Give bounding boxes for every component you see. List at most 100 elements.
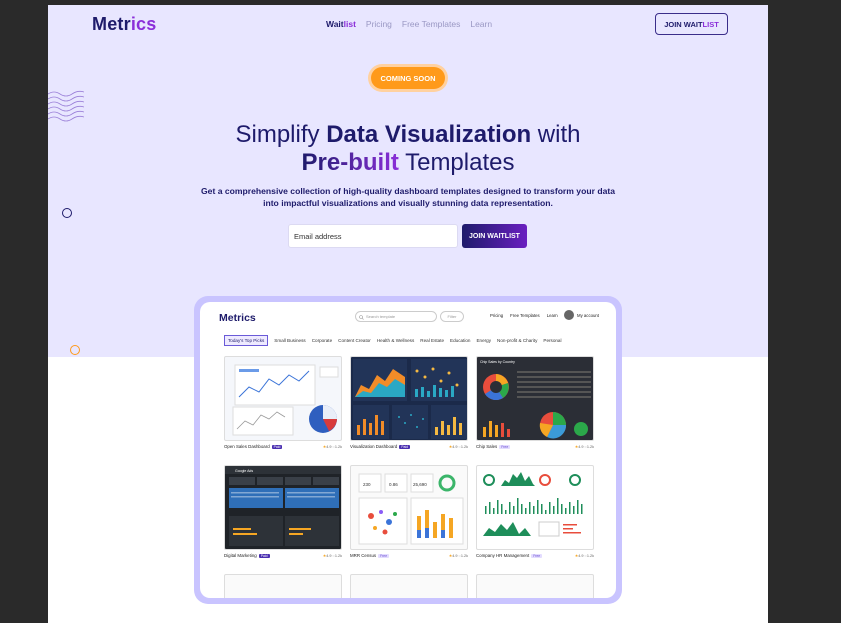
category-tab[interactable]: Non-profit & Charity — [497, 338, 537, 343]
card-title: Company HR Management — [476, 553, 530, 558]
landing-page: Metrics Waitlist Pricing Free Templates … — [48, 5, 768, 623]
card-tag: Paid — [271, 445, 283, 449]
circle-decoration — [70, 345, 80, 355]
logo-text: Metr — [92, 14, 131, 34]
logo[interactable]: Metrics — [92, 14, 156, 35]
template-thumbnail — [350, 356, 468, 441]
nav-link-waitlist-accent: list — [343, 19, 356, 29]
dashboard-preview-image: 230 0.86 25,690 — [358, 473, 464, 545]
preview-account[interactable]: My account — [564, 310, 599, 320]
category-tab[interactable]: Education — [450, 338, 470, 343]
card-title: MRR Census — [350, 553, 377, 558]
template-card[interactable]: Chip Sales by Country Chip Sales Free ★4… — [476, 356, 594, 449]
mrr-stat: 0.86 — [389, 482, 398, 487]
dashboard-preview-image — [353, 359, 467, 439]
preview-filter-button[interactable]: Filter — [440, 311, 464, 322]
card-caption: Digital Marketing Paid ★4.9 ◌1.2k — [224, 553, 342, 558]
nav-link-waitlist-label: Wait — [326, 19, 344, 29]
card-tag: Free — [499, 445, 511, 449]
category-tab[interactable]: Corporate — [312, 338, 332, 343]
views-value: 1.2k — [586, 554, 594, 558]
views-value: 1.2k — [460, 554, 468, 558]
views-value: 1.2k — [334, 445, 342, 449]
chip-sales-header: Chip Sales by Country — [480, 360, 515, 364]
top-navigation: Metrics Waitlist Pricing Free Templates … — [48, 5, 768, 45]
category-tabs: Today's Top Picks Small Business Corpora… — [224, 335, 562, 346]
nav-link-learn[interactable]: Learn — [470, 19, 492, 29]
card-rating: ★4.9 ◌1.2k — [575, 444, 594, 449]
card-tag: Free — [378, 554, 390, 558]
title-part: with — [531, 121, 581, 148]
title-part: Simplify — [235, 121, 327, 148]
category-tab[interactable]: Energy — [476, 338, 491, 343]
join-waitlist-nav-button[interactable]: JOIN WAIT LIST — [655, 13, 728, 35]
avatar — [564, 310, 574, 320]
rating-value: 4.9 — [326, 554, 332, 558]
dashboard-preview-image: Chip Sales by Country — [480, 360, 591, 439]
preview-search-input[interactable]: Search template — [355, 311, 437, 322]
card-caption: Chip Sales Free ★4.9 ◌1.2k — [476, 444, 594, 449]
card-title: Open Sales Dashboard — [224, 444, 270, 449]
views-value: 1.2k — [586, 445, 594, 449]
card-caption: MRR Census Free ★4.9 ◌1.2k — [350, 553, 468, 558]
preview-nav-links: Pricing Free Templates Learn — [490, 313, 558, 318]
category-tab[interactable]: Small Business — [274, 338, 305, 343]
template-thumbnail-partial[interactable] — [350, 574, 468, 598]
template-card[interactable]: Company HR Management Free ★4.9 ◌1.2k — [476, 465, 594, 558]
join-nav-label: JOIN WAIT — [664, 19, 703, 29]
template-card[interactable]: Google Ads Digital Marketing Paid ★4.9 ◌1… — [224, 465, 342, 558]
coming-soon-badge: COMING SOON — [371, 67, 445, 89]
category-tab[interactable]: Real Estate — [420, 338, 444, 343]
category-tab[interactable]: Today's Top Picks — [224, 335, 269, 346]
card-rating: ★4.9 ◌1.2k — [323, 444, 342, 449]
card-rating: ★4.9 ◌1.2k — [323, 553, 342, 558]
join-waitlist-button[interactable]: JOIN WAITLIST — [462, 224, 527, 248]
category-tab[interactable]: Content Creator — [338, 338, 371, 343]
template-card[interactable]: Open Sales Dashboard Paid ★4.9 ◌1.2k — [224, 356, 342, 449]
email-input[interactable] — [288, 224, 458, 248]
nav-links: Waitlist Pricing Free Templates Learn — [326, 19, 492, 29]
card-caption: Visualization Dashboard Paid ★4.9 ◌1.2k — [350, 444, 468, 449]
preview-link-free-templates[interactable]: Free Templates — [510, 313, 540, 318]
nav-link-free-templates[interactable]: Free Templates — [402, 19, 460, 29]
template-thumbnail-partial[interactable] — [224, 574, 342, 598]
category-tab[interactable]: Personal — [543, 338, 561, 343]
views-value: 1.2k — [334, 554, 342, 558]
dashboard-preview-image — [232, 364, 339, 436]
rating-value: 4.9 — [578, 554, 584, 558]
template-thumbnail — [476, 465, 594, 550]
logo-accent-text: ics — [130, 14, 157, 34]
card-tag: Paid — [258, 554, 270, 558]
search-placeholder: Search template — [366, 314, 396, 319]
template-thumbnail-partial[interactable] — [476, 574, 594, 598]
dashboard-preview-image: Google Ads — [225, 466, 341, 546]
hero-subtitle: Get a comprehensive collection of high-q… — [200, 186, 615, 208]
card-title: Digital Marketing — [224, 553, 257, 558]
card-caption: Company HR Management Free ★4.9 ◌1.2k — [476, 553, 594, 558]
rating-value: 4.9 — [578, 445, 584, 449]
circle-decoration — [62, 208, 72, 218]
nav-link-pricing[interactable]: Pricing — [366, 19, 392, 29]
title-gradient: Pre-built — [301, 149, 399, 176]
preview-link-pricing[interactable]: Pricing — [490, 313, 503, 318]
mrr-stat: 230 — [363, 482, 371, 487]
join-nav-accent: LIST — [702, 19, 719, 29]
template-thumbnail: 230 0.86 25,690 — [350, 465, 468, 550]
nav-link-waitlist[interactable]: Waitlist — [326, 19, 356, 29]
template-thumbnail: Chip Sales by Country — [476, 356, 594, 441]
template-card[interactable]: Visualization Dashboard Paid ★4.9 ◌1.2k — [350, 356, 468, 449]
card-tag: Paid — [399, 445, 411, 449]
template-card[interactable]: 230 0.86 25,690 MRR Census Free ★4.9 ◌1.2… — [350, 465, 468, 558]
app-preview-frame: Metrics Search template Filter Pricing F… — [194, 296, 622, 604]
card-rating: ★4.9 ◌1.2k — [449, 553, 468, 558]
card-caption: Open Sales Dashboard Paid ★4.9 ◌1.2k — [224, 444, 342, 449]
rating-value: 4.9 — [452, 445, 458, 449]
title-highlight: Data Visualization — [326, 121, 532, 148]
category-tab[interactable]: Health & Wellness — [377, 338, 414, 343]
template-thumbnail: Google Ads — [224, 465, 342, 550]
card-tag: Free — [531, 554, 543, 558]
hero-title: Simplify Data Visualization with Pre-bui… — [48, 121, 768, 177]
title-part: Templates — [398, 149, 515, 176]
preview-link-learn[interactable]: Learn — [547, 313, 558, 318]
rating-value: 4.9 — [326, 445, 332, 449]
